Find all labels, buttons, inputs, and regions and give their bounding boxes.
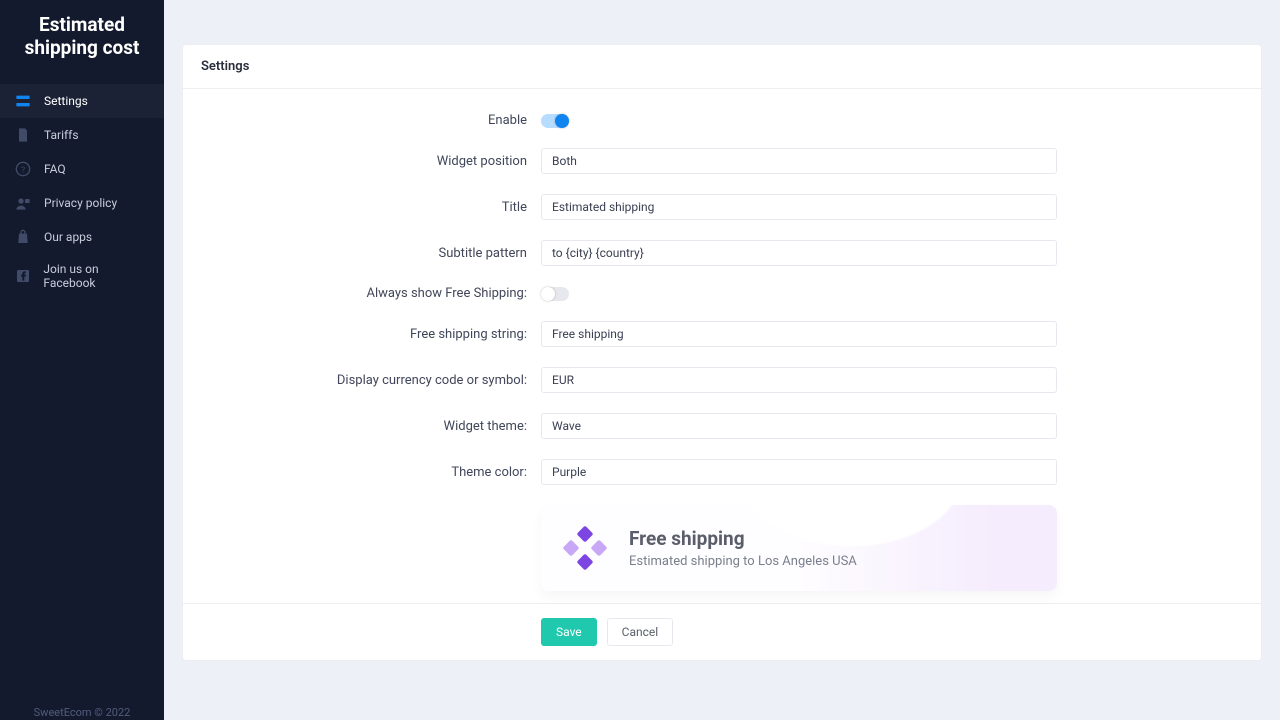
sidebar-item-facebook[interactable]: Join us on Facebook: [0, 254, 164, 298]
currency-input[interactable]: [541, 367, 1057, 393]
facebook-icon: [14, 267, 31, 285]
app-title: Estimated shipping cost: [0, 0, 164, 76]
svg-text:?: ?: [21, 165, 25, 175]
settings-panel: Settings Enable Widget position Title: [182, 44, 1262, 661]
sidebar-item-label: Privacy policy: [44, 196, 117, 210]
panel-title: Settings: [183, 45, 1261, 89]
sidebar-item-label: Settings: [44, 94, 88, 108]
subtitle-pattern-input[interactable]: [541, 240, 1057, 266]
row-always-free: Always show Free Shipping:: [201, 286, 1243, 301]
label-free-string: Free shipping string:: [201, 327, 541, 342]
content-area: Settings Enable Widget position Title: [164, 0, 1280, 720]
widget-position-input[interactable]: [541, 148, 1057, 174]
save-button[interactable]: Save: [541, 618, 597, 646]
bag-icon: [14, 228, 32, 246]
panel-body: Enable Widget position Title Subtitle pa…: [183, 89, 1261, 603]
row-free-string: Free shipping string:: [201, 321, 1243, 347]
settings-icon: [14, 92, 32, 110]
label-subtitle-pattern: Subtitle pattern: [201, 246, 541, 261]
document-icon: [14, 126, 32, 144]
sidebar-item-tariffs[interactable]: Tariffs: [0, 118, 164, 152]
label-theme: Widget theme:: [201, 419, 541, 434]
preview-card: Free shipping Estimated shipping to Los …: [541, 505, 1057, 591]
row-title: Title: [201, 194, 1243, 220]
row-subtitle-pattern: Subtitle pattern: [201, 240, 1243, 266]
sidebar-item-label: Join us on Facebook: [43, 262, 150, 290]
cancel-button[interactable]: Cancel: [607, 618, 674, 646]
help-icon: ?: [14, 160, 32, 178]
row-theme-color: Theme color:: [201, 459, 1243, 485]
row-enable: Enable: [201, 113, 1243, 128]
preview-subtitle: Estimated shipping to Los Angeles USA: [629, 554, 857, 569]
label-always-free: Always show Free Shipping:: [201, 286, 541, 301]
preview-heading: Free shipping: [629, 527, 857, 550]
label-theme-color: Theme color:: [201, 465, 541, 480]
sidebar-item-faq[interactable]: ? FAQ: [0, 152, 164, 186]
sidebar-item-apps[interactable]: Our apps: [0, 220, 164, 254]
always-free-toggle[interactable]: [541, 287, 569, 301]
label-currency: Display currency code or symbol:: [201, 373, 541, 388]
sidebar-item-label: Our apps: [44, 230, 92, 244]
panel-footer: Save Cancel: [183, 603, 1261, 660]
label-enable: Enable: [201, 113, 541, 128]
diamond-cluster-icon: [567, 530, 603, 566]
title-input[interactable]: [541, 194, 1057, 220]
sidebar-item-settings[interactable]: Settings: [0, 84, 164, 118]
sidebar-item-label: FAQ: [44, 162, 66, 176]
sidebar-item-privacy[interactable]: Privacy policy: [0, 186, 164, 220]
theme-color-input[interactable]: [541, 459, 1057, 485]
label-title: Title: [201, 200, 541, 215]
sidebar-nav: Settings Tariffs ? FAQ Privacy policy Ou…: [0, 76, 164, 698]
row-currency: Display currency code or symbol:: [201, 367, 1243, 393]
sidebar-footer: SweetEcom © 2022: [0, 698, 164, 720]
label-widget-position: Widget position: [201, 154, 541, 169]
theme-input[interactable]: [541, 413, 1057, 439]
row-widget-position: Widget position: [201, 148, 1243, 174]
sidebar: Estimated shipping cost Settings Tariffs…: [0, 0, 164, 720]
lock-icon: [14, 194, 32, 212]
row-theme: Widget theme:: [201, 413, 1243, 439]
sidebar-item-label: Tariffs: [44, 128, 79, 142]
enable-toggle[interactable]: [541, 114, 569, 128]
free-string-input[interactable]: [541, 321, 1057, 347]
